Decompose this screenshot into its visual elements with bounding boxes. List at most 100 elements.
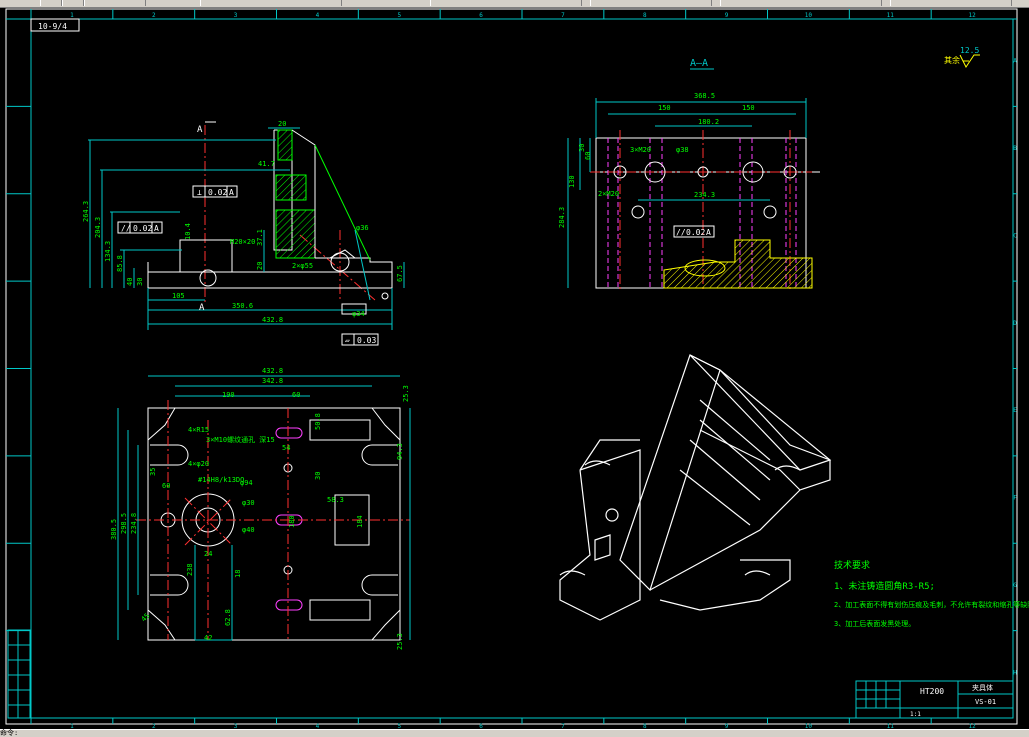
- top-view-dim-label: 94.3: [396, 443, 404, 460]
- top-view-dim-label: 42: [204, 634, 212, 642]
- front-view-dim-label: 2×φ55: [292, 262, 313, 270]
- top-view-dim-label: 25.3: [402, 385, 410, 402]
- row-letter: F: [1013, 495, 1017, 502]
- top-view-dim-label: 184: [356, 515, 364, 528]
- top-view-dim-label: 342.8: [262, 377, 283, 385]
- top-view-dim-label: 24: [204, 550, 212, 558]
- column-number: 5: [397, 12, 401, 19]
- row-letter: A: [1013, 58, 1017, 65]
- front-view-dim-label: 85.8: [116, 255, 124, 272]
- top-view-dim-label: 238: [186, 563, 194, 576]
- section-view-dim-label: 368.5: [694, 92, 715, 100]
- svg-text:1、未注铸造圆角R3-R5;: 1、未注铸造圆角R3-R5;: [834, 580, 935, 592]
- top-view-dim-label: 298.5: [120, 513, 128, 534]
- svg-text:技术要求: 技术要求: [834, 559, 870, 571]
- front-view-dim-label: 20: [278, 120, 286, 128]
- svg-text:2、加工表面不得有划伤压痕及毛刺，不允许有裂纹和缩孔等缺陷;: 2、加工表面不得有划伤压痕及毛刺，不允许有裂纹和缩孔等缺陷;: [834, 600, 1029, 609]
- top-view-dim-label: 380.5: [110, 519, 118, 540]
- section-view-dim-label: 30: [578, 144, 586, 152]
- sheet-inner-border: [30, 18, 1014, 719]
- svg-text://: //: [121, 224, 131, 233]
- section-view-dim-label: φ38: [676, 146, 689, 154]
- section-view-dim-label: 180.2: [698, 118, 719, 126]
- front-view: ⊥ 0.02 A // 0.02 A ▱ 0.03 A A 20 41.7 264.…: [82, 120, 405, 346]
- title-block: HT200 夹具体 VS-01 1:1: [855, 680, 1014, 719]
- top-view-dim-label: 190: [222, 391, 235, 399]
- section-view-dim-label: 2×M20: [598, 190, 619, 198]
- top-view-dim-label: 50.8: [314, 413, 322, 430]
- top-view-dim-label: 180: [288, 515, 296, 528]
- front-view-dim-label: 264.3: [82, 201, 90, 222]
- front-view-dim-label: 105: [172, 292, 185, 300]
- front-view-dim-label: 37.1: [256, 229, 264, 246]
- column-number: 2: [152, 12, 156, 19]
- section-label: A—A: [690, 58, 708, 69]
- svg-text:3、加工后表面发黑处理。: 3、加工后表面发黑处理。: [834, 619, 915, 628]
- section-view-dim-label: 130: [568, 175, 576, 188]
- revision-block: [7, 629, 31, 719]
- front-view-dim-label: 20: [256, 262, 264, 270]
- top-view-dim-label: 25.3: [396, 633, 404, 650]
- column-number: 10: [805, 12, 813, 19]
- top-view-dim-label: 3×M10螺纹通孔 深15: [206, 435, 275, 444]
- front-view-dim-label: 350.6: [232, 302, 253, 310]
- toolbar-button[interactable]: [40, 0, 62, 6]
- top-view-dim-label: 432.8: [262, 367, 283, 375]
- front-view-dim-label: 204.3: [94, 217, 102, 238]
- section-view-dim-label: 60: [584, 152, 592, 160]
- column-number: 8: [643, 12, 647, 19]
- technical-notes: 技术要求 1、未注铸造圆角R3-R5; 2、加工表面不得有划伤压痕及毛刺，不允许…: [834, 559, 1029, 628]
- column-number: 12: [968, 12, 976, 19]
- roughness-symbol: 其余 12.5: [944, 46, 980, 68]
- row-letter: B: [1013, 145, 1017, 152]
- column-number: 6: [479, 12, 483, 19]
- toolbar-combo[interactable]: [430, 0, 582, 6]
- row-letter: D: [1013, 320, 1017, 327]
- top-view-dim-label: 35: [149, 468, 157, 476]
- front-view-dim-label: 432.8: [262, 316, 283, 324]
- svg-text:0.02: 0.02: [208, 188, 227, 197]
- toolbar-combo[interactable]: [590, 0, 712, 6]
- toolbar-button[interactable]: [84, 0, 146, 6]
- toolbar-combo[interactable]: [890, 0, 1012, 6]
- column-number: 4: [316, 12, 320, 19]
- top-view-dim-label: 30: [314, 472, 322, 480]
- front-view-dim-label: 134.3: [104, 241, 112, 262]
- svg-text:A: A: [154, 224, 159, 233]
- column-number: 11: [887, 12, 895, 19]
- row-letter: G: [1013, 582, 1017, 589]
- svg-text:A: A: [199, 303, 205, 313]
- toolbar-combo[interactable]: [720, 0, 882, 6]
- top-view-dim-label: 60: [162, 482, 170, 490]
- front-view-dim-label: 30: [136, 278, 144, 286]
- section-view-dim-label: 284.3: [558, 207, 566, 228]
- title-scale: 1:1: [910, 711, 921, 718]
- title-code: VS-01: [975, 698, 996, 706]
- drawing-canvas[interactable]: 1 2 3 4 5 6 7 8 9 10 11 12 1 2 3 4 5 6 7 8 9 10 11 12 ABCDEFGH…: [0, 7, 1029, 729]
- top-view-dim-label: 18: [234, 570, 242, 578]
- svg-text:▱: ▱: [345, 336, 350, 345]
- top-view-dim-label: 60: [292, 391, 300, 399]
- title-name: 夹具体: [972, 683, 993, 692]
- row-letter: H: [1013, 669, 1017, 676]
- front-view-dim-label: 41.7: [258, 160, 275, 168]
- column-number: 1: [70, 12, 74, 19]
- toolbar-button[interactable]: [62, 0, 84, 6]
- top-view-dim-label: 4×R15: [188, 426, 209, 434]
- top-view-dim-label: 62.8: [224, 609, 232, 626]
- toolbar-combo[interactable]: [200, 0, 342, 6]
- svg-text:0.02: 0.02: [686, 228, 705, 237]
- top-view-dim-label: 234.8: [130, 513, 138, 534]
- section-view-dim-label: 150: [742, 104, 755, 112]
- top-view: 432.8 342.8 190 60 25.3 4×R153×M10螺纹通孔 深15 4×φ…: [110, 367, 411, 650]
- top-view-dim-label: 58.3: [327, 496, 344, 504]
- svg-text:A: A: [706, 228, 711, 237]
- row-letters: A B C D E F G H: [6, 18, 1017, 676]
- svg-text:其余: 其余: [944, 55, 960, 65]
- front-view-dim-label: 10.4: [184, 223, 192, 240]
- top-view-dim-label: 4×φ20: [188, 460, 209, 468]
- front-view-dim-label: 67.5: [396, 265, 404, 282]
- front-view-dim-label: 40: [126, 278, 134, 286]
- svg-text://: //: [676, 228, 686, 237]
- top-view-dim-label: #14H8/k13DO: [198, 476, 244, 484]
